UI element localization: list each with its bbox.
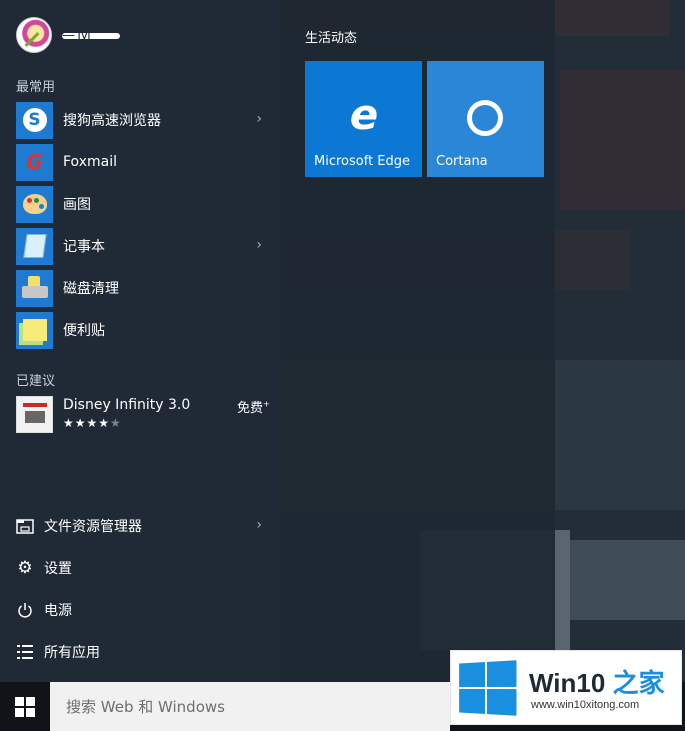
notepad-icon (16, 227, 53, 265)
foxmail-icon: G (16, 143, 53, 181)
tile-microsoft-edge[interactable]: e Microsoft Edge (305, 61, 422, 177)
tile-cortana[interactable]: Cortana (427, 61, 544, 177)
chevron-right-icon[interactable]: › (256, 517, 262, 533)
app-label: 画图 (63, 197, 91, 213)
app-sticky-notes[interactable]: 便利贴 (16, 311, 266, 349)
file-explorer-label: 文件资源管理器 (44, 519, 142, 535)
start-button[interactable] (0, 682, 50, 731)
edge-icon: e (349, 90, 379, 139)
suggested-app-title: Disney Infinity 3.0 (63, 397, 191, 413)
app-foxmail[interactable]: G Foxmail (16, 143, 266, 181)
sticky-notes-icon (16, 311, 53, 349)
paint-icon (16, 185, 53, 223)
app-label: 便利贴 (63, 323, 105, 339)
watermark-brand: Win10 (529, 668, 606, 698)
all-apps-label: 所有应用 (44, 645, 100, 661)
settings-item[interactable]: ⚙ 设置 (16, 551, 266, 585)
price-mark: + (263, 399, 270, 409)
user-avatar[interactable] (16, 17, 52, 53)
user-account[interactable]: — fyl (16, 17, 120, 53)
tile-label: Cortana (436, 154, 488, 169)
sogou-browser-icon: S (16, 101, 53, 139)
power-icon (16, 601, 34, 619)
taskbar-search[interactable] (50, 682, 450, 731)
all-apps-item[interactable]: 所有应用 (16, 635, 266, 669)
windows-logo-icon (15, 696, 35, 717)
rating-stars-filled: ★★★★ (63, 416, 111, 430)
file-explorer-item[interactable]: 文件资源管理器 › (16, 509, 266, 543)
tiles-group-title: 生活动态 (305, 31, 358, 46)
rating-stars-empty: ★ (110, 416, 122, 430)
rating-stars: ★★★★★ (63, 416, 122, 430)
cortana-icon (467, 100, 503, 136)
app-label: 记事本 (63, 239, 105, 255)
start-menu: — fyl 最常用 S 搜狗高速浏览器 › G Foxmail 画图 记事本 ›… (0, 0, 555, 682)
folder-icon (16, 517, 34, 535)
background-window-region (570, 540, 685, 620)
power-label: 电源 (44, 603, 72, 619)
price-label: 免费+ (237, 397, 270, 416)
windows-logo-icon (459, 660, 517, 716)
disk-cleanup-icon (16, 269, 53, 307)
user-name[interactable]: — fyl (62, 33, 120, 39)
power-item[interactable]: 电源 (16, 593, 266, 627)
app-disk-cleanup[interactable]: 磁盘清理 (16, 269, 266, 307)
watermark-title: Win10 之家 (529, 663, 665, 700)
list-icon (16, 643, 34, 661)
price-text: 免费 (237, 401, 264, 416)
tile-label: Microsoft Edge (314, 154, 411, 169)
chevron-right-icon[interactable]: › (256, 237, 262, 253)
app-label: 磁盘清理 (63, 281, 119, 297)
chevron-right-icon[interactable]: › (256, 111, 262, 127)
app-paint[interactable]: 画图 (16, 185, 266, 223)
gear-icon: ⚙ (17, 558, 33, 578)
site-watermark: Win10 之家 www.win10xitong.com (450, 650, 682, 725)
suggested-app-disney-infinity[interactable]: Disney Infinity 3.0 ★★★★★ 免费+ (16, 396, 286, 434)
app-label: Foxmail (63, 154, 117, 170)
watermark-url: www.win10xitong.com (531, 699, 640, 711)
background-window-region (560, 70, 685, 210)
settings-label: 设置 (44, 561, 72, 577)
most-used-heading: 最常用 (16, 80, 56, 95)
search-input[interactable] (50, 682, 450, 731)
app-sogou-browser[interactable]: S 搜狗高速浏览器 › (16, 101, 266, 139)
disney-infinity-icon (16, 396, 53, 433)
suggested-heading: 已建议 (16, 374, 56, 389)
app-label: 搜狗高速浏览器 (63, 113, 161, 129)
app-notepad[interactable]: 记事本 › (16, 227, 266, 265)
watermark-brand-suffix: 之家 (612, 668, 665, 698)
